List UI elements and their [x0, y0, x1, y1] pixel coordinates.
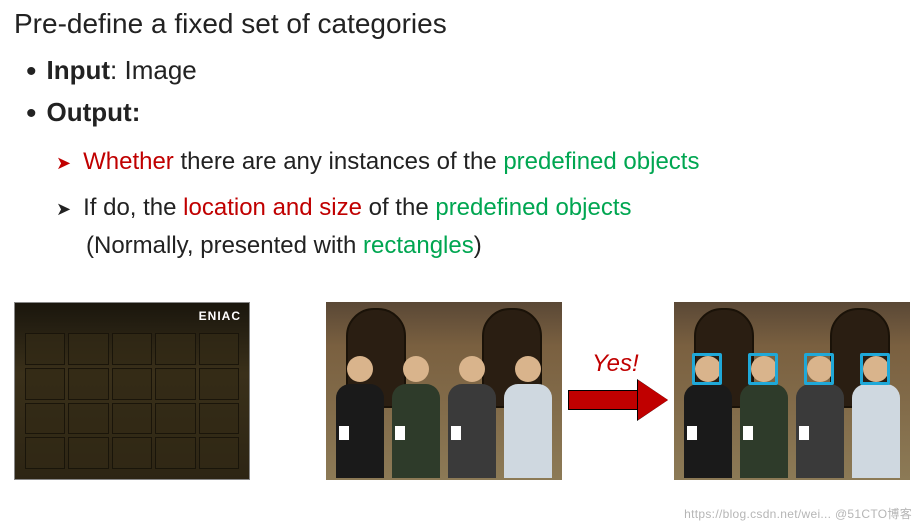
face-detection-box [860, 353, 890, 385]
person [851, 356, 901, 480]
person [739, 356, 789, 480]
sub-list: ➤ Whether there are any instances of the… [0, 139, 924, 230]
sub-item-location: ➤ If do, the location and size of the pr… [56, 185, 924, 231]
face-detection-box [692, 353, 722, 385]
people-group [332, 350, 556, 480]
bullet-dot-icon: • [26, 99, 37, 129]
word-predefined-2: predefined objects [435, 194, 631, 221]
bullet-input: • Input: Image [26, 50, 924, 92]
input-value: Image [125, 55, 197, 85]
word-location-size: location and size [183, 194, 362, 221]
slide-title: Pre-define a fixed set of categories [0, 0, 924, 50]
bullet-list: • Input: Image • Output: [0, 50, 924, 133]
bullet-dot-icon: • [26, 57, 37, 87]
input-label: Input [47, 55, 111, 85]
triangle-bullet-icon: ➤ [56, 154, 71, 172]
word-predefined-1: predefined objects [503, 148, 699, 175]
sub-item-whether: ➤ Whether there are any instances of the… [56, 139, 924, 185]
people-group [680, 350, 904, 480]
line2-mid: of the [362, 194, 435, 221]
face-detection-box [804, 353, 834, 385]
person [503, 356, 553, 480]
yes-label: Yes! [592, 350, 639, 378]
image-eniac: ENIAC No! [14, 302, 250, 480]
person [795, 356, 845, 480]
sub-item-rectangles: (Normally, presented with rectangles) [0, 226, 924, 267]
face-detection-box [748, 353, 778, 385]
input-colon: : [110, 55, 124, 85]
person [335, 356, 385, 480]
watermark: https://blog.csdn.net/wei... @51CTO博客 [684, 505, 912, 522]
line3-pre: (Normally, presented with [86, 232, 363, 259]
image-group-detected [674, 302, 910, 480]
image-row: ENIAC No! Yes! [14, 302, 910, 502]
bullet-output: • Output: [26, 92, 924, 134]
image-group-plain [326, 302, 562, 480]
eniac-panels [25, 333, 239, 469]
person [391, 356, 441, 480]
line1-rest: there are any instances of the [174, 148, 504, 175]
word-whether: Whether [83, 148, 174, 175]
person [683, 356, 733, 480]
output-label: Output: [47, 92, 141, 134]
no-label: No! [91, 475, 125, 480]
eniac-label: ENIAC [199, 309, 241, 323]
line3-post: ) [474, 232, 482, 259]
arrow-icon [568, 380, 672, 420]
word-rectangles: rectangles [363, 232, 474, 259]
line2-pre: If do, the [83, 194, 183, 221]
person [447, 356, 497, 480]
triangle-bullet-icon: ➤ [56, 200, 71, 218]
